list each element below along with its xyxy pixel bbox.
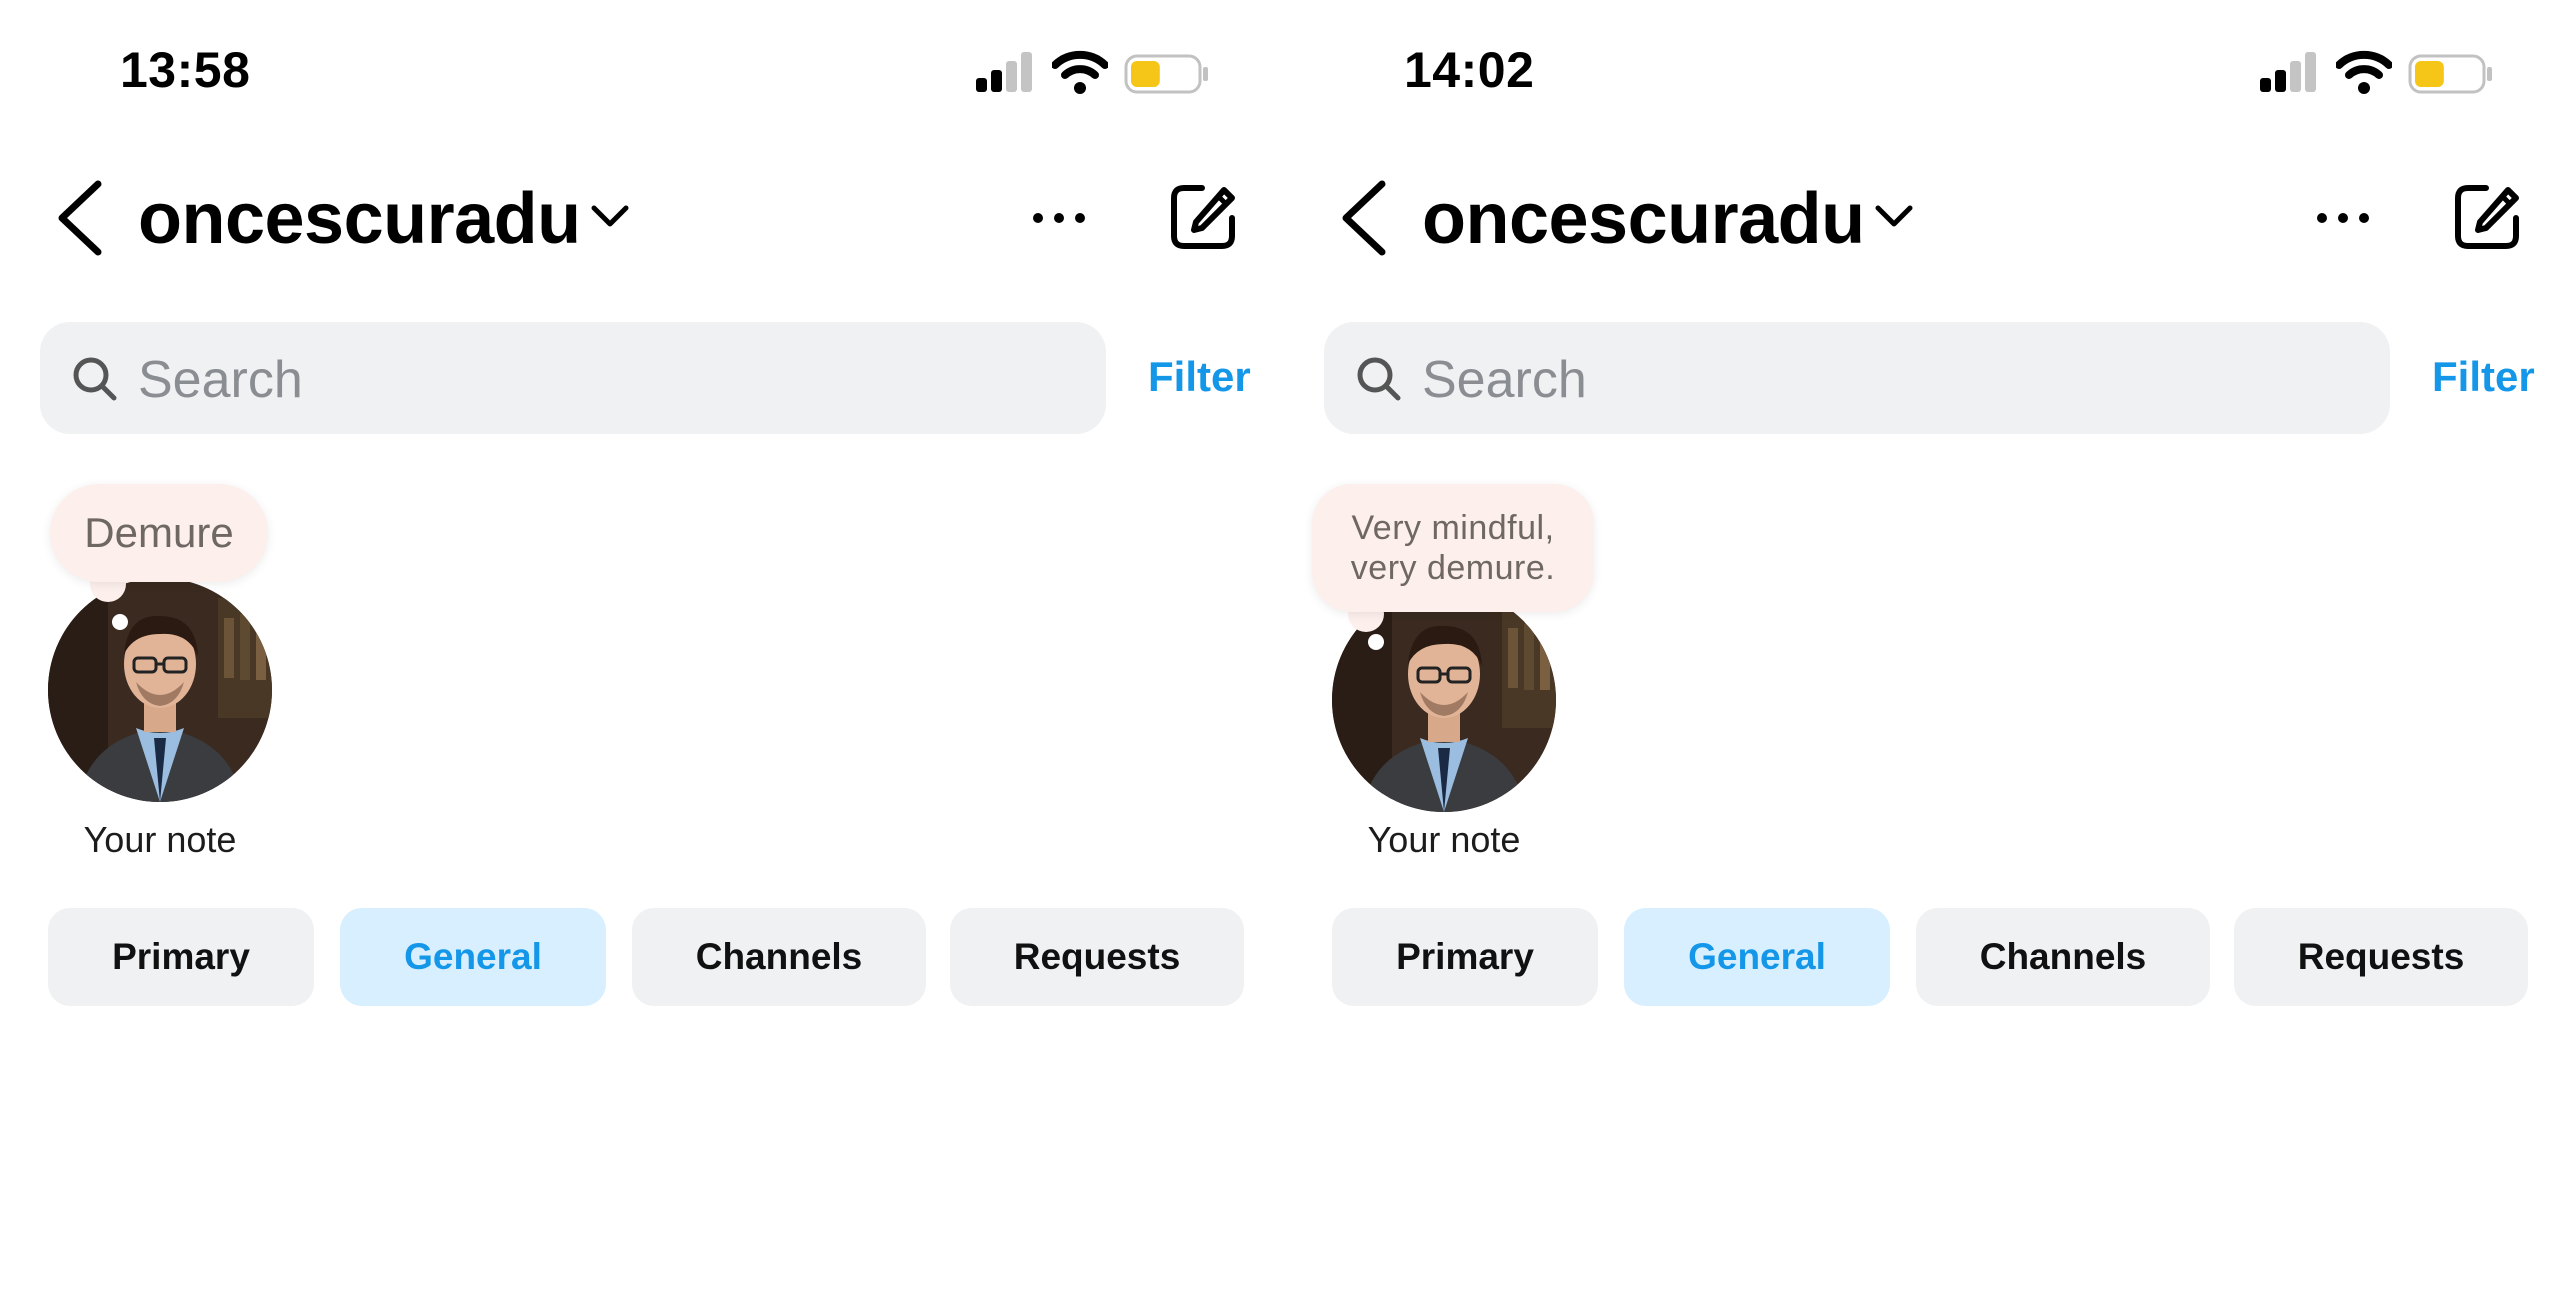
status-time: 14:02	[1404, 42, 1535, 98]
account-username[interactable]: oncescuradu	[138, 176, 581, 262]
account-username[interactable]: oncescuradu	[1422, 176, 1865, 262]
your-note-label: Your note	[1367, 819, 1521, 860]
battery-level-fill	[1131, 61, 1160, 87]
screenshot-right: 14:02 oncescuradu Search Filter Very min…	[1284, 0, 2568, 1292]
search-placeholder: Search	[1422, 351, 1587, 409]
tab-primary[interactable]: Primary	[48, 908, 314, 1006]
note-bubble-dot	[1368, 634, 1384, 650]
tab-general[interactable]: General	[340, 908, 606, 1006]
note-bubble-dot	[112, 614, 128, 630]
tab-requests[interactable]: Requests	[950, 908, 1244, 1006]
avatar[interactable]	[48, 578, 272, 802]
more-icon[interactable]	[2316, 206, 2370, 230]
search-icon	[1357, 357, 1401, 401]
status-time: 13:58	[120, 42, 251, 98]
note-text: Demure	[84, 509, 234, 556]
wifi-icon	[1052, 50, 1108, 94]
your-note-label: Your note	[83, 819, 237, 860]
battery-level-fill	[2415, 61, 2444, 87]
search-icon	[73, 357, 117, 401]
cellular-signal-icon	[976, 52, 1032, 92]
search-placeholder: Search	[138, 351, 303, 409]
filter-button[interactable]: Filter	[2432, 352, 2535, 402]
filter-button[interactable]: Filter	[1148, 352, 1251, 402]
note-text: Very mindful, very demure.	[1350, 509, 1556, 587]
note-bubble[interactable]: Very mindful, very demure.	[1312, 484, 1594, 612]
screenshot-left: 13:58 oncescuradu Search Filter Demure Y…	[0, 0, 1284, 1292]
back-chevron-icon[interactable]	[54, 180, 106, 256]
tab-requests[interactable]: Requests	[2234, 908, 2528, 1006]
chevron-down-icon[interactable]	[1874, 202, 1914, 232]
tab-general[interactable]: General	[1624, 908, 1890, 1006]
compose-icon[interactable]	[1166, 180, 1240, 254]
compose-icon[interactable]	[2450, 180, 2524, 254]
cellular-signal-icon	[2260, 52, 2316, 92]
more-icon[interactable]	[1032, 206, 1086, 230]
note-bubble[interactable]: Demure	[50, 484, 268, 582]
tab-primary[interactable]: Primary	[1332, 908, 1598, 1006]
tab-channels[interactable]: Channels	[1916, 908, 2210, 1006]
tab-channels[interactable]: Channels	[632, 908, 926, 1006]
profile-photo	[48, 578, 272, 802]
back-chevron-icon[interactable]	[1338, 180, 1390, 256]
wifi-icon	[2336, 50, 2392, 94]
chevron-down-icon[interactable]	[590, 202, 630, 232]
battery-icon	[2408, 54, 2492, 94]
battery-icon	[1124, 54, 1208, 94]
